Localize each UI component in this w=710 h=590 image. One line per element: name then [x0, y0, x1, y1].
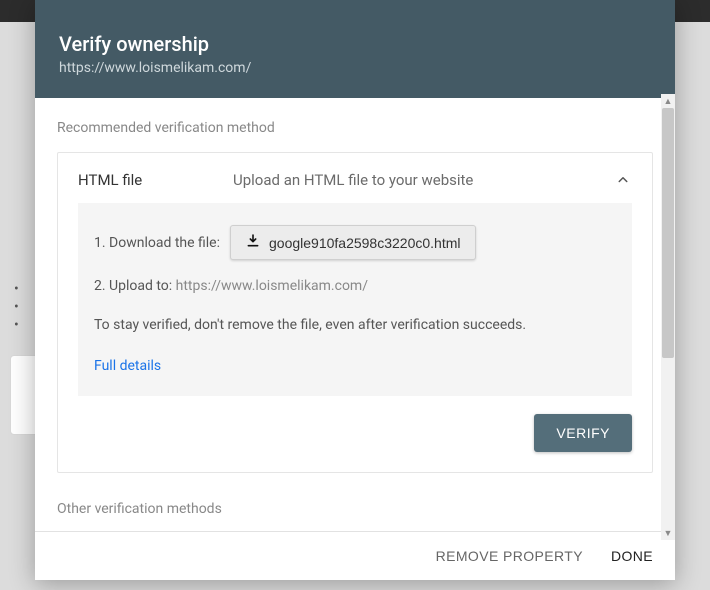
method-content: 1. Download the file: google910fa2598c32… — [78, 203, 632, 396]
background-list-markers: ••• — [14, 280, 19, 334]
dialog-header: Verify ownership https://www.loismelikam… — [35, 0, 675, 98]
other-methods-label: Other verification methods — [57, 501, 653, 517]
method-header[interactable]: HTML file Upload an HTML file to your we… — [58, 153, 652, 203]
dialog-footer: REMOVE PROPERTY DONE — [35, 531, 675, 580]
done-button[interactable]: DONE — [611, 548, 653, 564]
method-description: Upload an HTML file to your website — [233, 171, 614, 189]
step-1-row: 1. Download the file: google910fa2598c32… — [94, 225, 616, 260]
persist-note: To stay verified, don't remove the file,… — [94, 316, 616, 336]
dialog-body: Recommended verification method HTML fil… — [35, 98, 675, 531]
step-2-url: https://www.loismelikam.com/ — [176, 278, 368, 294]
download-icon — [245, 233, 261, 252]
dialog-site-url: https://www.loismelikam.com/ — [59, 60, 651, 76]
full-details-link[interactable]: Full details — [94, 358, 161, 374]
chevron-up-icon — [614, 171, 632, 189]
step-1-label: 1. Download the file: — [94, 235, 220, 251]
recommended-section-label: Recommended verification method — [57, 120, 653, 136]
method-name: HTML file — [78, 171, 233, 189]
step-2-row: 2. Upload to: https://www.loismelikam.co… — [94, 278, 616, 294]
verify-button[interactable]: VERIFY — [534, 414, 632, 452]
download-filename: google910fa2598c3220c0.html — [269, 235, 461, 251]
dialog-title: Verify ownership — [59, 32, 651, 56]
verify-ownership-dialog: Verify ownership https://www.loismelikam… — [35, 0, 675, 580]
verify-button-row: VERIFY — [58, 414, 652, 472]
html-file-method-card: HTML file Upload an HTML file to your we… — [57, 152, 653, 473]
remove-property-button[interactable]: REMOVE PROPERTY — [436, 548, 583, 564]
step-2-prefix: 2. Upload to: — [94, 278, 176, 294]
download-file-button[interactable]: google910fa2598c3220c0.html — [230, 225, 476, 260]
